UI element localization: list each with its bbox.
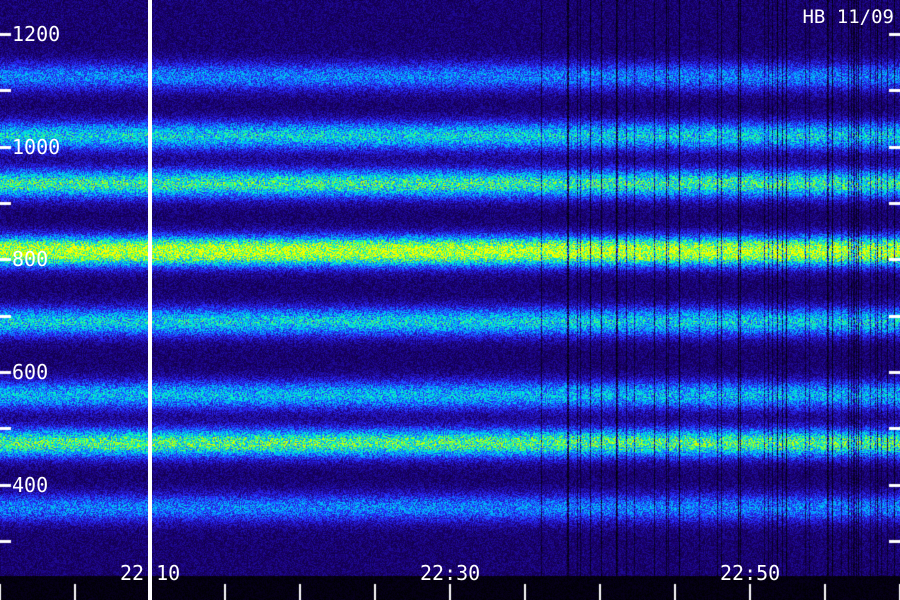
- date-annotation: HB 11/09: [802, 6, 894, 28]
- y-tick-label: 400: [12, 472, 49, 497]
- time-marker-line: [148, 0, 152, 600]
- x-tick-label: 22:50: [720, 561, 781, 585]
- y-tick-label: 600: [12, 360, 49, 385]
- y-tick-label: 1000: [12, 134, 61, 159]
- x-tick-label: 22:10: [120, 561, 181, 585]
- y-tick-label: 800: [12, 247, 49, 272]
- x-tick-label: 22:30: [420, 561, 481, 585]
- y-tick-label: 1200: [12, 21, 61, 46]
- spectrogram-plot: [0, 0, 900, 600]
